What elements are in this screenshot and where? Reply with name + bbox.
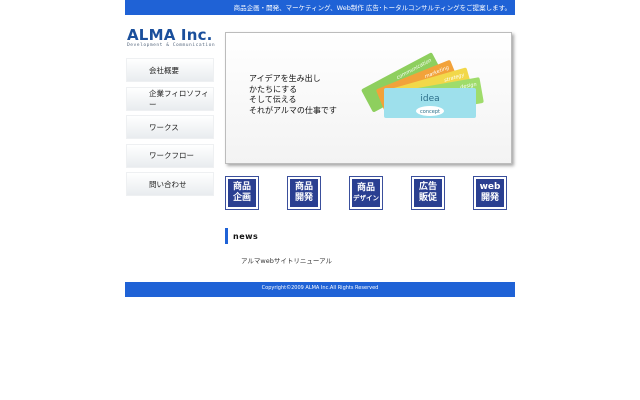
service-button-line2: 販促 <box>418 193 437 203</box>
concept-label: concept <box>420 109 440 115</box>
service-button-line1: 商品 <box>232 182 251 192</box>
logo-title: ALMA Inc. <box>127 26 213 44</box>
service-button-line1: 商品 <box>356 183 375 193</box>
hero-banner: アイデアを生み出し かたちにする そして伝える それがアルマの仕事です comm… <box>225 32 512 164</box>
logo-subtitle: Development & Communication <box>127 43 216 48</box>
service-button-line1: 広告 <box>418 182 437 192</box>
tagline: 商品企画・開発、マーケティング、Web制作 広告･トータルコンサルティングをご提… <box>233 4 511 12</box>
company-logo[interactable]: ALMA Inc. Development & Communication <box>127 27 215 48</box>
nav-item-label: ワークス <box>149 122 179 132</box>
footer: Copyright©2009 ALMA Inc.All Rights Reser… <box>125 282 515 297</box>
service-button-advertising[interactable]: 広告 販促 <box>411 176 445 210</box>
hero-line: かたちにする <box>249 84 298 94</box>
nav-item-works[interactable]: ワークス <box>126 115 214 139</box>
hero-card-stack: communication marketing strategy design … <box>361 52 484 118</box>
nav-item-label: 会社概要 <box>149 65 179 75</box>
service-buttons: 商品 企画 商品 開発 商品 デザイン 広告 販促 web 開発 <box>225 176 515 212</box>
service-button-line2: デザイン <box>353 194 379 202</box>
news-heading: news <box>225 228 258 244</box>
service-button-web-development[interactable]: web 開発 <box>473 176 507 210</box>
service-button-line2: 企画 <box>232 193 251 203</box>
service-button-product-planning[interactable]: 商品 企画 <box>225 176 259 210</box>
nav-item-company[interactable]: 会社概要 <box>126 58 214 82</box>
service-button-line2: 開発 <box>480 193 499 203</box>
service-button-line2: 開発 <box>294 193 313 203</box>
nav-item-label: 問い合わせ <box>149 179 187 189</box>
nav-item-label: 企業フィロソフィー <box>149 88 209 109</box>
copyright: Copyright©2009 ALMA Inc.All Rights Reser… <box>261 285 379 291</box>
nav-item-contact[interactable]: 問い合わせ <box>126 172 214 196</box>
top-banner: 商品企画・開発、マーケティング、Web制作 広告･トータルコンサルティングをご提… <box>125 0 515 15</box>
nav-item-philosophy[interactable]: 企業フィロソフィー <box>126 86 214 111</box>
nav-item-label: ワークフロー <box>149 151 194 160</box>
news-item[interactable]: アルマwebサイトリニューアル <box>241 255 332 265</box>
nav-item-workflow[interactable]: ワークフロー <box>126 143 214 168</box>
hero-line: そして伝える <box>249 95 297 104</box>
service-button-line1: web <box>479 182 501 192</box>
hero-copy: アイデアを生み出し かたちにする そして伝える それがアルマの仕事です <box>249 74 337 116</box>
service-button-product-development[interactable]: 商品 開発 <box>287 176 321 210</box>
hero-line: アイデアを生み出し <box>249 74 321 83</box>
service-button-product-design[interactable]: 商品 デザイン <box>349 176 383 210</box>
sidebar-nav: 会社概要 企業フィロソフィー ワークス ワークフロー 問い合わせ <box>126 58 214 201</box>
hero-line: それがアルマの仕事です <box>249 105 337 115</box>
idea-label: idea <box>420 94 439 104</box>
service-button-line1: 商品 <box>294 182 313 192</box>
